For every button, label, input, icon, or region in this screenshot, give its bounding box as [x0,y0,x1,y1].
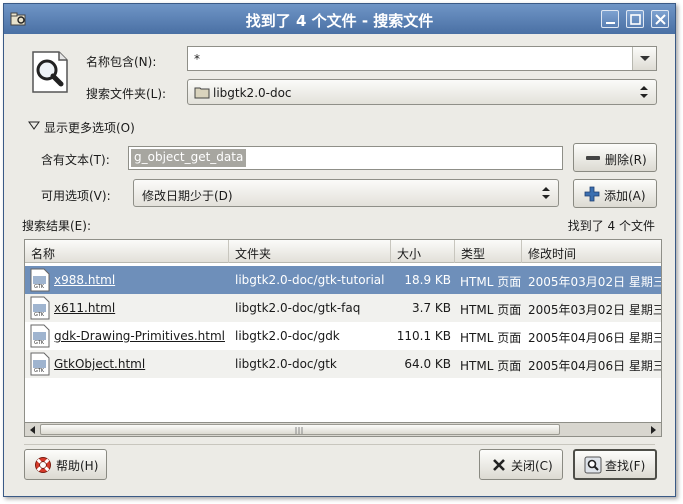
chevron-down-icon [640,56,650,61]
name-contains-combo[interactable]: * [187,46,657,71]
file-size: 18.9 KB [404,273,451,287]
minimize-icon [606,22,615,24]
available-options-combo[interactable]: 修改日期少于(D) [133,179,559,207]
lifebuoy-icon [35,457,51,473]
scrollbar-thumb[interactable] [40,424,560,435]
minus-icon [586,156,600,160]
table-row[interactable]: GTK gdk-Drawing-Primitives.html libgtk2.… [25,322,661,350]
html-file-icon: GTK [30,352,50,376]
add-button[interactable]: 添加(A) [573,179,657,208]
column-header-folder[interactable]: 文件夹 [229,240,391,263]
remove-button[interactable]: 删除(R) [573,143,657,172]
close-icon [655,14,666,25]
minimize-button[interactable] [601,10,619,28]
available-options-label: 可用选项(V): [41,189,111,203]
window-title: 找到了 4 个文件 - 搜索文件 [245,12,434,30]
file-size: 3.7 KB [412,301,451,315]
more-options-label: 显示更多选项(O) [44,121,135,135]
file-name[interactable]: x611.html [54,301,115,315]
search-folder-label: 搜索文件夹(L): [86,87,167,101]
table-row[interactable]: GTK GtkObject.html libgtk2.0-doc/gtk 64.… [25,350,661,378]
results-status: 找到了 4 个文件 [567,219,655,233]
column-header-size[interactable]: 大小 [391,240,455,263]
file-name[interactable]: x988.html [54,273,115,287]
table-row[interactable]: GTK x611.html libgtk2.0-doc/gtk-faq 3.7 … [25,294,661,322]
contains-text-input[interactable]: g_object_get_data [128,146,563,170]
grip-icon [295,427,303,434]
file-name[interactable]: GtkObject.html [54,357,145,371]
file-type: HTML 页面 [460,303,522,317]
svg-text:GTK: GTK [34,312,45,318]
close-button-label: 关闭(C) [511,459,553,473]
name-contains-label: 名称包含(N): [86,55,157,69]
file-modified: 2005年04月06日 星期三 [528,331,662,345]
list-header: 名称 文件夹 大小 类型 修改时间 [25,240,661,263]
file-modified: 2005年03月02日 星期三 [528,303,662,317]
file-modified: 2005年04月06日 星期三 [528,359,662,373]
file-folder: libgtk2.0-doc/gdk [235,329,340,343]
file-folder: libgtk2.0-doc/gtk [235,357,337,371]
table-row[interactable]: GTK x988.html libgtk2.0-doc/gtk-tutorial… [25,266,661,294]
file-name[interactable]: gdk-Drawing-Primitives.html [54,329,225,343]
column-header-type[interactable]: 类型 [455,240,522,263]
file-type: HTML 页面 [460,359,522,373]
separator [24,444,655,445]
updown-arrows-icon [640,86,648,98]
search-folder-value: libgtk2.0-doc [213,86,292,100]
magnifier-document-icon [32,51,68,93]
name-contains-dropdown[interactable] [632,47,656,70]
title-bar[interactable]: 找到了 4 个文件 - 搜索文件 [4,4,675,34]
folder-icon [194,87,210,99]
available-options-value: 修改日期少于(D) [142,189,233,203]
name-contains-value[interactable]: * [194,52,200,66]
horizontal-scrollbar[interactable] [24,422,662,437]
updown-arrows-icon [542,187,550,199]
find-button[interactable]: 查找(F) [573,449,657,480]
html-file-icon: GTK [30,324,50,348]
help-button[interactable]: 帮助(H) [24,449,107,480]
maximize-button[interactable] [626,10,644,28]
search-files-window: 找到了 4 个文件 - 搜索文件 名称包含(N): * 搜索文件夹(L): li… [3,3,676,497]
file-folder: libgtk2.0-doc/gtk-faq [235,301,361,315]
svg-text:GTK: GTK [34,340,45,346]
contains-text-value[interactable]: g_object_get_data [131,149,247,167]
html-file-icon: GTK [30,268,50,292]
remove-button-label: 删除(R) [605,153,647,167]
results-label: 搜索结果(E): [22,219,91,233]
file-type: HTML 页面 [460,331,522,345]
scroll-right-icon[interactable] [650,425,658,435]
add-button-label: 添加(A) [604,189,646,203]
file-modified: 2005年03月02日 星期三 [528,275,662,289]
triangle-down-icon [28,121,40,130]
maximize-icon [630,14,641,25]
help-button-label: 帮助(H) [56,459,99,473]
find-button-label: 查找(F) [605,459,646,473]
file-type: HTML 页面 [460,275,522,289]
html-file-icon: GTK [30,296,50,320]
column-header-name[interactable]: 名称 [25,240,229,263]
search-folder-combo[interactable]: libgtk2.0-doc [187,79,657,105]
svg-text:GTK: GTK [34,284,45,290]
close-window-button[interactable] [651,10,669,28]
scroll-left-icon[interactable] [28,425,36,435]
close-button[interactable]: 关闭(C) [479,449,563,480]
results-list[interactable]: 名称 文件夹 大小 类型 修改时间 GTK x988.html libgtk2.… [24,239,662,437]
file-size: 64.0 KB [404,357,451,371]
file-size: 110.1 KB [396,329,451,343]
file-folder: libgtk2.0-doc/gtk-tutorial [235,273,385,287]
svg-text:GTK: GTK [34,368,45,374]
x-icon [493,459,505,471]
contains-text-label: 含有文本(T): [41,153,110,167]
column-header-modified[interactable]: 修改时间 [522,240,661,263]
plus-icon [584,186,600,202]
find-icon [584,456,602,474]
